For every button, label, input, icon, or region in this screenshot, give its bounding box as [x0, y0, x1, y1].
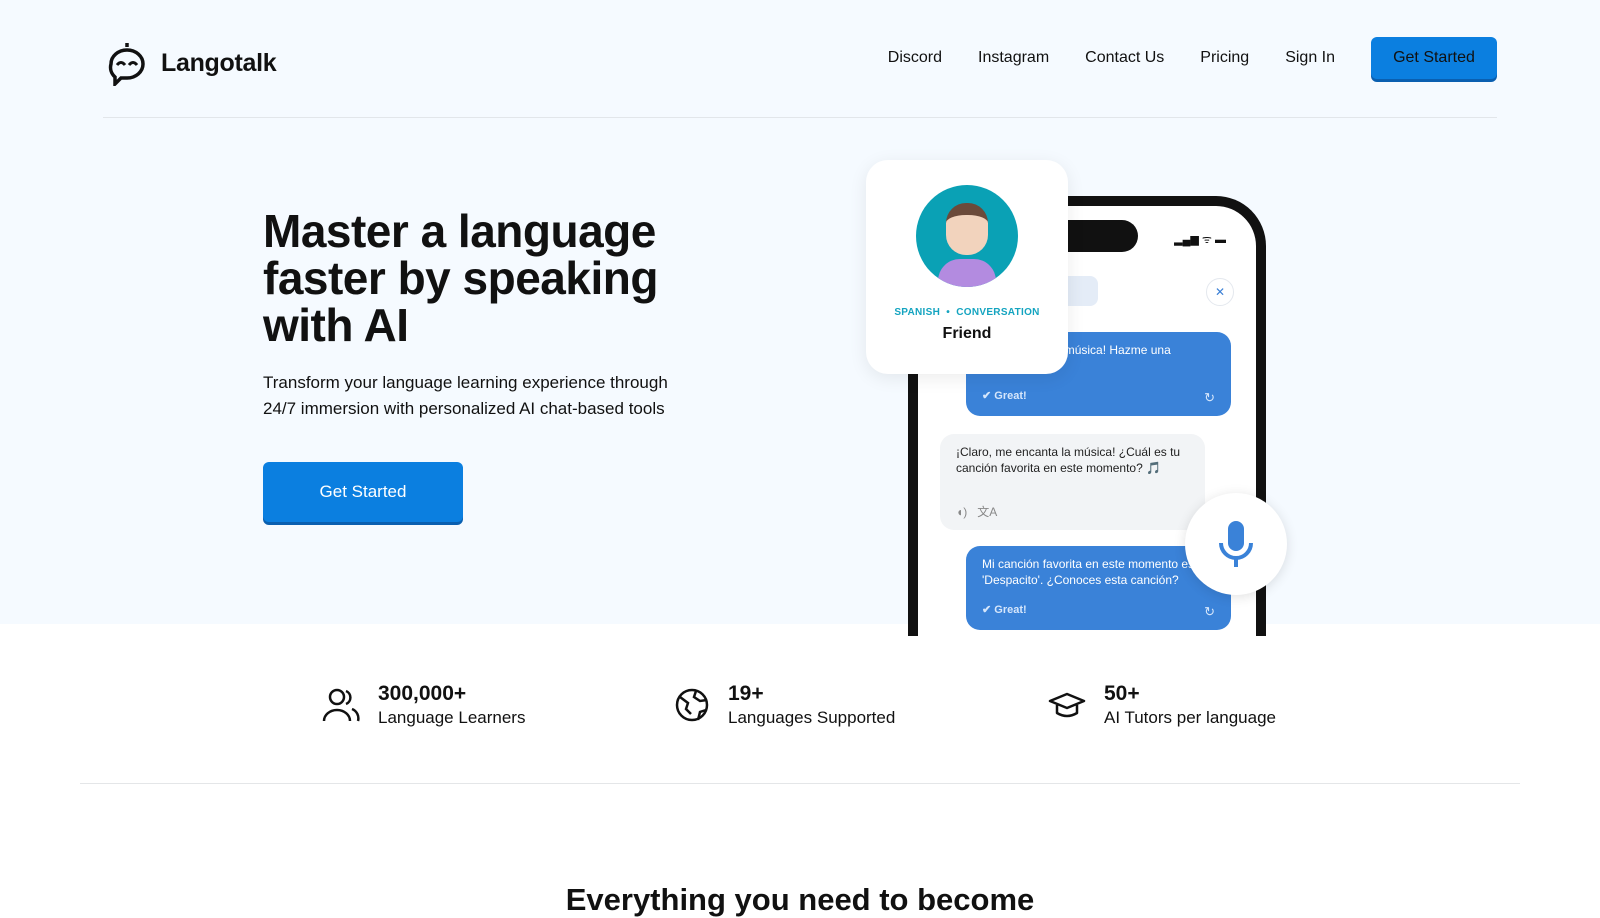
language-label: SPANISH: [894, 307, 941, 318]
tutor-tag: SPANISH • CONVERSATION: [894, 307, 1040, 318]
nav-contact[interactable]: Contact Us: [1085, 49, 1164, 67]
feedback-label: ✔ Great!: [982, 390, 1027, 402]
nav-get-started-button[interactable]: Get Started: [1371, 37, 1497, 79]
ai-message: ¡Claro, me encanta la música! ¿Cuál es t…: [940, 434, 1205, 530]
tutor-avatar: [916, 185, 1018, 287]
refresh-icon[interactable]: ↻: [1204, 390, 1215, 406]
globe-icon: [675, 688, 709, 722]
chat-bubble-logo-icon: [108, 43, 145, 86]
tutor-name: Friend: [942, 325, 992, 342]
speaker-translate-icons[interactable]: ◖) 文A: [956, 504, 997, 520]
stat-value: 19+: [728, 682, 764, 705]
navbar: Langotalk Discord Instagram Contact Us P…: [103, 0, 1497, 118]
nav-pricing[interactable]: Pricing: [1200, 49, 1249, 67]
stat-learners: 300,000+ Language Learners: [322, 682, 525, 728]
stat-value: 50+: [1104, 682, 1140, 705]
microphone-icon: [1219, 521, 1253, 567]
nav-sign-in[interactable]: Sign In: [1285, 49, 1335, 67]
message-text: ¡Claro, me encanta la música! ¿Cuál es t…: [956, 445, 1181, 475]
brand-name: Langotalk: [161, 48, 277, 77]
microphone-button[interactable]: [1185, 493, 1287, 595]
feedback-text: Great!: [994, 604, 1027, 616]
refresh-icon[interactable]: ↻: [1204, 604, 1215, 620]
hero-title: Master a language faster by speaking wit…: [263, 205, 658, 351]
hero-section: Langotalk Discord Instagram Contact Us P…: [0, 0, 1600, 636]
hero-get-started-button[interactable]: Get Started: [263, 462, 463, 522]
stat-label: Languages Supported: [728, 708, 896, 727]
tutor-card: SPANISH • CONVERSATION Friend: [866, 160, 1068, 374]
graduation-cap-icon: [1048, 692, 1086, 718]
stat-label: AI Tutors per language: [1104, 708, 1277, 727]
stat-languages: 19+ Languages Supported: [674, 682, 895, 728]
users-icon: [322, 688, 360, 722]
feedback-label: ✔ Great!: [982, 604, 1027, 616]
message-text: Mi canción favorita en este momento es '…: [982, 557, 1195, 587]
status-bar-icons: ▂▄▆ ᯤ ▬: [1174, 234, 1226, 246]
nav-discord[interactable]: Discord: [888, 49, 942, 67]
stat-label: Language Learners: [378, 708, 526, 727]
mute-mic-icon[interactable]: ✕: [1206, 278, 1234, 306]
nav-instagram[interactable]: Instagram: [978, 49, 1049, 67]
stat-value: 300,000+: [378, 682, 467, 705]
logo[interactable]: Langotalk: [103, 40, 277, 86]
feedback-text: Great!: [994, 390, 1027, 402]
stat-tutors: 50+ AI Tutors per language: [1048, 682, 1276, 728]
features-heading: Everything you need to become: [565, 882, 1035, 917]
hero-subtitle: Transform your language learning experie…: [263, 373, 668, 418]
mode-label: CONVERSATION: [956, 307, 1040, 318]
divider: [80, 783, 1520, 784]
